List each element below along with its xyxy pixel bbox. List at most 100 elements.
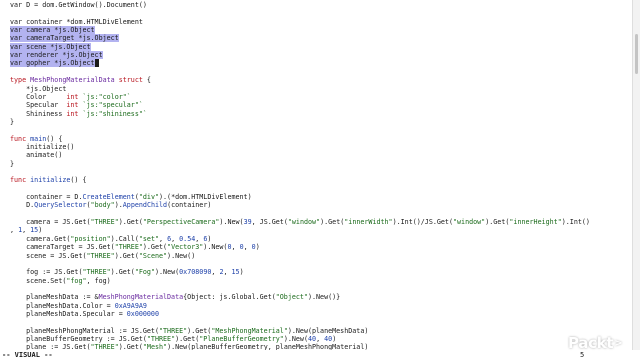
code-token: var renderer *js.Object — [10, 51, 103, 60]
code-token: "position" — [70, 234, 111, 243]
code-line[interactable]: var scene *js.Object — [10, 42, 91, 51]
code-line[interactable]: plane := JS.Get("THREE").Get("Mesh").New… — [10, 343, 368, 350]
code-line[interactable]: planeMeshData.Color = 0xA9A9A9 — [10, 302, 147, 310]
code-line[interactable]: var renderer *js.Object — [10, 51, 103, 60]
code-line[interactable]: fog := JS.Get("THREE").Get("Fog").New(0x… — [10, 268, 244, 276]
code-token: 0x708090 — [179, 268, 212, 277]
code-token: "PerspectiveCamera" — [142, 218, 220, 227]
code-token: ).Get( — [175, 335, 200, 343]
code-line[interactable]: cameraTarget = JS.Get("THREE").Get("Vect… — [10, 243, 260, 251]
code-token: ).Int()/JS.Get( — [392, 218, 453, 227]
code-token: var gopher *js.Object — [10, 59, 95, 68]
code-line[interactable]: scene = JS.Get("THREE").Get("Scene").New… — [10, 252, 195, 260]
code-line[interactable]: Color int `js:"color"` — [10, 93, 131, 101]
code-token: `js:"specular"` — [78, 101, 143, 110]
code-token: ).Get( — [142, 243, 168, 252]
code-token: planeMeshPhongMaterial := JS.Get( — [10, 326, 159, 335]
code-line[interactable]: *js.Object — [10, 85, 66, 93]
code-line[interactable]: initialize() — [10, 143, 74, 151]
code-line[interactable]: planeBufferGeometry := JS.Get("THREE").G… — [10, 335, 336, 343]
code-line[interactable]: Shininess int `js:"shininess"` — [10, 110, 147, 118]
code-token: 0.54 — [179, 234, 196, 243]
code-token: var scene *js.Object — [10, 42, 91, 51]
code-editor[interactable]: var D = dom.GetWindow().Document() var co… — [0, 0, 632, 350]
code-token: container = D. — [10, 193, 83, 202]
code-token: animate() — [10, 151, 63, 160]
code-token: "THREE" — [90, 218, 119, 227]
code-token: ).(*dom.HTMLDivElement) — [159, 193, 252, 202]
code-line[interactable]: func initialize() { — [10, 176, 87, 184]
code-token: , — [243, 243, 252, 252]
code-token: initialize() — [10, 142, 75, 151]
code-token: ).Get( — [320, 218, 345, 227]
code-token: MeshPhongMaterialData — [26, 76, 119, 85]
code-token: {Object: js.Global.Get( — [183, 293, 276, 302]
code-line[interactable]: Specular int `js:"specular"` — [10, 101, 143, 109]
code-token: "MeshPhongMaterial" — [211, 326, 288, 335]
code-token: "fog" — [66, 276, 87, 285]
vertical-scrollbar[interactable] — [632, 0, 640, 350]
code-token: (container) — [167, 201, 212, 210]
code-line[interactable]: var gopher *js.Object — [10, 59, 99, 68]
code-token: camera.Get( — [10, 234, 71, 243]
code-token: ) — [38, 226, 43, 235]
code-token: ).Get( — [114, 251, 139, 260]
code-token: 15 — [231, 268, 240, 277]
code-token: , — [223, 268, 232, 277]
code-token: Specular — [10, 101, 67, 110]
code-token: "set" — [138, 234, 159, 243]
code-token: ).Get( — [110, 268, 135, 277]
code-line[interactable]: container = D.CreateElement("div").(*dom… — [10, 193, 252, 201]
code-token: D. — [10, 201, 35, 210]
code-line[interactable]: func main() { — [10, 135, 62, 143]
code-token: "div" — [138, 193, 159, 202]
code-token: ).Call( — [110, 234, 139, 243]
code-line[interactable]: D.QuerySelector("body").AppendChild(cont… — [10, 201, 211, 209]
code-line[interactable]: planeMeshData.Specular = 0x000000 — [10, 310, 159, 318]
code-line[interactable]: var D = dom.GetWindow().Document() — [10, 1, 147, 9]
code-token: MeshPhongMaterialData — [98, 293, 184, 302]
code-token: planeBufferGeometry := JS.Get( — [10, 335, 147, 343]
code-token: int — [66, 101, 79, 110]
code-line[interactable]: , 1, 15) — [10, 226, 42, 234]
code-token: ).New( — [203, 243, 228, 252]
code-token: struct — [118, 76, 143, 85]
code-line[interactable]: camera.Get("position").Call("set", 6, 0.… — [10, 235, 211, 243]
vim-statusline: -- VISUAL -- 5 — [0, 350, 640, 360]
code-token: "Scene" — [138, 251, 168, 260]
code-line[interactable]: planeMeshData := &MeshPhongMaterialData{… — [10, 293, 340, 301]
code-token: var container *dom.HTMLDivElement — [10, 17, 143, 26]
code-token: Shininess — [10, 109, 67, 118]
code-token: "Vector3" — [167, 243, 204, 252]
code-line[interactable]: var cameraTarget *js.Object — [10, 34, 119, 43]
code-line[interactable]: scene.Set("fog", fog) — [10, 277, 111, 285]
code-token: initialize — [26, 176, 71, 185]
code-token: "Fog" — [134, 268, 155, 277]
code-token: ) — [207, 234, 212, 243]
code-token: ).Get( — [118, 218, 143, 227]
code-token: , — [159, 234, 168, 243]
code-token: , fog) — [86, 276, 111, 285]
code-line[interactable]: animate() — [10, 151, 62, 159]
scrollbar-thumb[interactable] — [635, 34, 638, 74]
code-token: , — [316, 335, 325, 343]
code-token: ).Get( — [485, 218, 510, 227]
code-line[interactable]: } — [10, 160, 14, 168]
code-line[interactable]: type MeshPhongMaterialData struct { — [10, 76, 151, 84]
code-token: plane := JS.Get( — [10, 343, 91, 350]
code-token: ).New( — [219, 218, 244, 227]
code-token: { — [142, 76, 151, 85]
code-line[interactable]: var camera *js.Object — [10, 26, 95, 35]
code-token: 0x000000 — [126, 309, 159, 318]
code-line[interactable]: planeMeshPhongMaterial := JS.Get("THREE"… — [10, 327, 368, 335]
chevron-right-icon: > — [614, 337, 623, 349]
code-token: QuerySelector — [34, 201, 87, 210]
code-token: var D = dom.GetWindow().Document() — [10, 1, 147, 9]
code-token: `js:"color"` — [78, 92, 131, 101]
code-line[interactable]: camera = JS.Get("THREE").Get("Perspectiv… — [10, 218, 590, 226]
code-line[interactable]: var container *dom.HTMLDivElement — [10, 18, 143, 26]
code-token: ).New( — [283, 335, 308, 343]
code-line[interactable]: } — [10, 118, 14, 126]
code-token: ).New()} — [307, 293, 341, 302]
code-token: planeMeshData := & — [10, 293, 99, 302]
